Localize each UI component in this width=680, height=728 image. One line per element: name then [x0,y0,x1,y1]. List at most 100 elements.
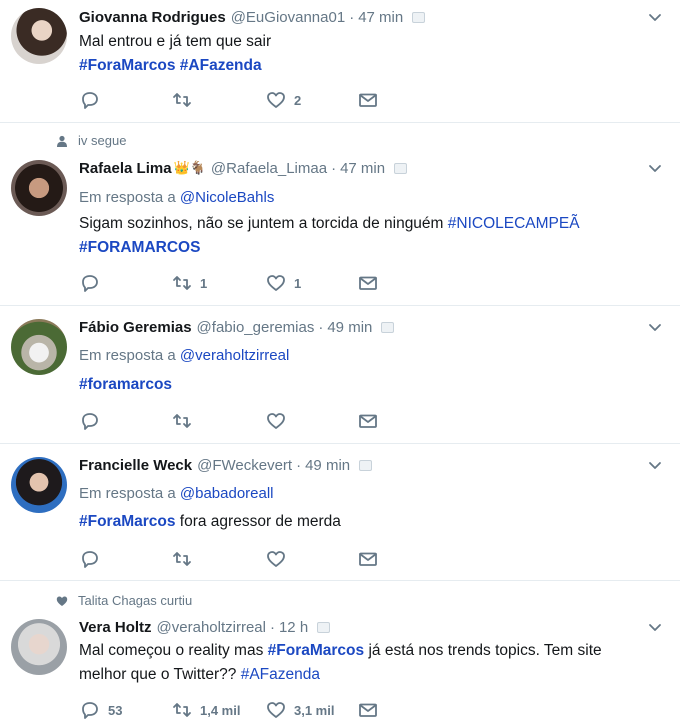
reply-icon [82,413,98,430]
fullname[interactable]: Rafaela Lima [79,160,172,177]
like-button[interactable] [266,549,294,569]
reply-to-user-link[interactable]: @NicoleBahls [180,189,274,206]
tweet-text: Sigam sozinhos, não se juntem a torcida … [79,212,640,260]
direct-message-button[interactable] [358,549,378,569]
timestamp[interactable]: 47 min [340,160,385,177]
like-button[interactable]: 3,1 mil [266,700,334,720]
reply-prefix: Em resposta a [79,347,176,364]
like-button[interactable]: 2 [266,90,301,110]
tweet[interactable]: Fábio Geremias @fabio_geremias · 49 min … [0,306,680,444]
like-icon [267,275,285,291]
hashtags[interactable]: #FORAMARCOS [79,239,200,256]
direct-message-icon [359,93,377,107]
avatar[interactable] [11,160,67,216]
retweet-button[interactable] [172,549,200,569]
timestamp[interactable]: 12 h [279,619,308,636]
retweet-icon [173,414,191,428]
retweet-icon [173,276,191,290]
chevron-down-icon[interactable] [648,320,662,334]
direct-message-icon [359,276,377,290]
fullname[interactable]: Francielle Weck [79,457,192,474]
username[interactable]: @Rafaela_Limaa [211,160,327,177]
retweet-button[interactable]: 1,4 mil [172,700,240,720]
reply-context: Em resposta a @NicoleBahls [79,189,274,206]
social-context-text[interactable]: Talita Chagas curtiu [78,593,192,608]
separator: · [269,618,275,636]
tweet-text-plain: Mal começou o reality mas [79,642,264,659]
reply-button[interactable] [80,273,108,293]
retweet-icon [173,703,191,717]
fullname[interactable]: Giovanna Rodrigues [79,9,226,26]
retweet-icon [173,552,191,566]
reply-button[interactable] [80,411,108,431]
separator: · [296,456,302,474]
avatar[interactable] [11,319,67,375]
username[interactable]: @fabio_geremias [197,319,315,336]
reply-to-user-link[interactable]: @veraholtzirreal [180,347,289,364]
avatar[interactable] [11,8,67,64]
like-icon [267,551,285,567]
direct-message-button[interactable] [358,700,378,720]
chevron-down-icon[interactable] [648,620,662,634]
direct-message-icon [359,552,377,566]
tweet-text: Mal entrou e já tem que sair #ForaMarcos… [79,30,640,78]
tweet[interactable]: Talita Chagas curtiu Vera Holtz @verahol… [0,581,680,728]
tweet[interactable]: iv segue Rafaela Lima 👑🐐 @Rafaela_Limaa … [0,123,680,306]
follow-person-icon [57,135,67,147]
retweet-button[interactable] [172,411,200,431]
reply-button[interactable] [80,549,108,569]
like-button[interactable] [266,411,294,431]
tweet-actions: 53 1,4 mil 3,1 mil [80,700,400,720]
tweet-text-plain: fora agressor de merda [179,513,341,530]
chevron-down-icon[interactable] [648,10,662,24]
retweet-button[interactable]: 1 [172,273,207,293]
hashtags[interactable]: #ForaMarcos #AFazenda [79,57,262,74]
reply-button[interactable]: 53 [80,700,122,720]
tweet-text-plain: Sigam sozinhos, não se juntem a torcida … [79,215,444,232]
reply-context: Em resposta a @babadoreall [79,485,274,502]
like-count: 2 [294,92,302,108]
like-icon [267,92,285,108]
translate-icon [317,621,331,633]
tweet[interactable]: Francielle Weck @FWeckevert · 49 min Em … [0,444,680,581]
reply-to-user-link[interactable]: @babadoreall [180,485,274,502]
tweet-text: #foramarcos [79,373,640,397]
timestamp[interactable]: 49 min [327,319,372,336]
direct-message-button[interactable] [358,273,378,293]
direct-message-button[interactable] [358,90,378,110]
chevron-down-icon[interactable] [648,161,662,175]
hashtag-link[interactable]: #ForaMarcos [268,642,364,659]
reply-icon [82,551,98,568]
tweet-text: Mal começou o reality mas #ForaMarcos já… [79,639,640,687]
direct-message-button[interactable] [358,411,378,431]
hashtag-link[interactable]: #AFazenda [241,666,320,683]
username[interactable]: @FWeckevert [197,457,292,474]
like-icon [267,413,285,429]
reply-button[interactable] [80,90,108,110]
timestamp[interactable]: 49 min [305,457,350,474]
username[interactable]: @EuGiovanna01 [231,9,345,26]
social-context-text[interactable]: iv segue [78,133,126,148]
username[interactable]: @veraholtzirreal [157,619,266,636]
timestamp[interactable]: 47 min [358,9,403,26]
avatar[interactable] [11,457,67,513]
reply-icon [82,92,98,109]
fullname[interactable]: Fábio Geremias [79,319,192,336]
retweet-button[interactable] [172,90,200,110]
tweet-actions [80,411,400,431]
hashtag-link[interactable]: #ForaMarcos [79,513,175,530]
avatar[interactable] [11,619,67,675]
hashtag-link[interactable]: #NICOLECAMPEÃ [448,215,580,232]
name-emoji: 👑🐐 [173,160,206,175]
reply-context: Em resposta a @veraholtzirreal [79,347,289,364]
chevron-down-icon[interactable] [648,458,662,472]
social-context: iv segue [56,133,126,148]
tweet[interactable]: Giovanna Rodrigues @EuGiovanna01 · 47 mi… [0,0,680,123]
hashtags[interactable]: #foramarcos [79,376,172,393]
fullname[interactable]: Vera Holtz [79,619,152,636]
reply-icon [82,702,98,719]
reply-icon [82,275,98,292]
tweet-header: Giovanna Rodrigues @EuGiovanna01 · 47 mi… [79,7,640,27]
like-icon [267,702,285,718]
like-button[interactable]: 1 [266,273,301,293]
